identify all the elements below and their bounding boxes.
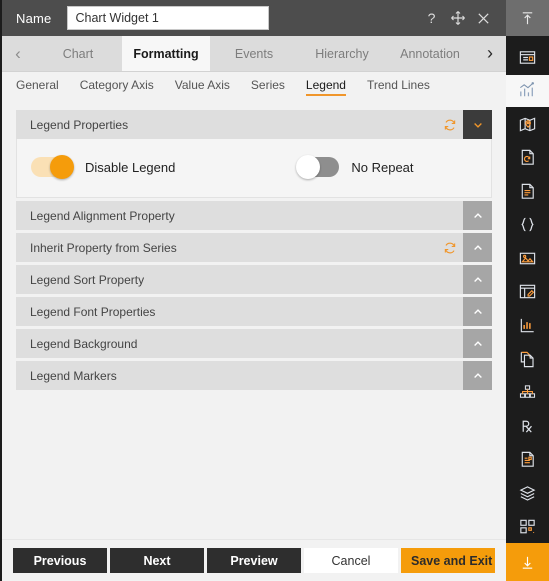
panel-header-actions [463,297,492,326]
panel-legend-markers: Legend Markers [16,361,492,390]
rail-icon-list [506,36,549,543]
tabs-scroll-left-icon[interactable]: ‹ [2,36,34,71]
move-cross-arrows-icon[interactable] [449,10,466,27]
rail-item-hierarchy-tree[interactable] [506,376,549,409]
save-and-exit-button[interactable]: Save and Exit [401,548,495,573]
rail-item-image-picture[interactable] [506,242,549,275]
panel-legend-sort-property-header[interactable]: Legend Sort Property [16,265,492,294]
preview-button[interactable]: Preview [207,548,301,573]
no-repeat-group: No Repeat [296,155,414,179]
panel-legend-alignment-property: Legend Alignment Property [16,201,492,230]
rail-item-document-refresh[interactable] [506,142,549,175]
panel-legend-sort-property-title: Legend Sort Property [30,272,145,287]
main-tab-bar: ‹ Chart Formatting Events Hierarchy Anno… [2,36,506,72]
panel-legend-alignment-property-header[interactable]: Legend Alignment Property [16,201,492,230]
rail-item-prescription-rx[interactable] [506,410,549,443]
panel-legend-alignment-property-title: Legend Alignment Property [30,208,175,223]
panel-expand-toggle[interactable] [463,201,492,230]
dialog-footer: Previous Next Preview Cancel Save and Ex… [2,539,506,581]
disable-legend-group: Disable Legend [31,155,176,179]
name-label: Name [16,10,52,26]
panel-legend-sort-property: Legend Sort Property [16,265,492,294]
no-repeat-toggle[interactable] [296,155,340,179]
tab-formatting[interactable]: Formatting [122,36,210,71]
toggle-knob [50,155,74,179]
rail-item-copy-pages[interactable] [506,343,549,376]
titlebar-actions: ? [423,10,500,27]
subtab-trend-lines[interactable]: Trend Lines [367,78,430,95]
refresh-icon[interactable] [437,233,463,262]
legend-settings-content: Legend Properties Disable Legend No Repe… [2,101,506,539]
rail-item-panel-edit[interactable] [506,276,549,309]
previous-button[interactable]: Previous [13,548,107,573]
rail-item-chart-bars[interactable] [506,74,549,108]
rail-item-document-lines[interactable] [506,175,549,208]
next-button[interactable]: Next [110,548,204,573]
panel-header-actions [463,329,492,358]
panel-expand-toggle[interactable] [463,297,492,326]
rail-item-report-data[interactable] [506,443,549,476]
panel-header-actions [463,361,492,390]
panel-legend-font-properties: Legend Font Properties [16,297,492,326]
help-icon[interactable]: ? [423,10,440,27]
widget-name-input[interactable] [67,6,270,30]
panel-collapse-toggle[interactable] [463,110,492,139]
legend-toggle-row: Disable Legend No Repeat [31,155,477,179]
panel-header-actions [463,201,492,230]
tab-chart[interactable]: Chart [34,36,122,71]
panel-legend-properties-body: Disable Legend No Repeat [16,139,492,198]
panel-legend-properties-title: Legend Properties [30,117,129,132]
rail-item-code-braces[interactable] [506,209,549,242]
no-repeat-label: No Repeat [351,159,414,175]
download-arrow-icon[interactable] [506,543,549,581]
panel-legend-markers-title: Legend Markers [30,368,117,383]
widget-editor-window: Name ? ‹ [0,0,549,581]
subtab-series[interactable]: Series [251,78,285,95]
svg-text:?: ? [428,10,436,26]
disable-legend-toggle[interactable] [31,155,74,179]
subtab-category-axis[interactable]: Category Axis [80,78,154,95]
panel-header-actions [437,233,492,262]
panel-inherit-property-from-series: Inherit Property from Series [16,233,492,262]
panel-header-actions [437,110,492,139]
chart-widget-dialog: Name ? ‹ [0,0,506,581]
right-toolbar-rail [506,0,549,581]
upload-arrow-icon[interactable] [506,0,549,36]
subtab-general[interactable]: General [16,78,59,95]
tab-events[interactable]: Events [210,36,298,71]
tab-hierarchy[interactable]: Hierarchy [298,36,386,71]
formatting-subtab-bar: General Category Axis Value Axis Series … [2,72,506,101]
panel-legend-markers-header[interactable]: Legend Markers [16,361,492,390]
rail-item-bar-graph[interactable] [506,309,549,342]
panel-legend-font-properties-title: Legend Font Properties [30,304,156,319]
subtab-legend[interactable]: Legend [305,78,347,96]
rail-item-widget-panel[interactable] [506,41,549,74]
cancel-button[interactable]: Cancel [304,548,398,573]
tab-strip: Chart Formatting Events Hierarchy Annota… [34,36,474,71]
dialog-titlebar: Name ? [2,0,506,36]
refresh-icon[interactable] [437,110,463,139]
tab-annotation[interactable]: Annotation [386,36,474,71]
tabs-scroll-right-icon[interactable]: › [474,36,506,71]
panel-legend-background-header[interactable]: Legend Background [16,329,492,358]
panel-expand-toggle[interactable] [463,265,492,294]
panel-expand-toggle[interactable] [463,233,492,262]
panel-expand-toggle[interactable] [463,361,492,390]
panel-expand-toggle[interactable] [463,329,492,358]
panel-header-actions [463,265,492,294]
disable-legend-label: Disable Legend [85,159,176,175]
rail-item-layers-stack[interactable] [506,477,549,510]
panel-legend-properties-header[interactable]: Legend Properties [16,110,492,139]
toggle-knob [296,155,321,179]
rail-item-map-pin[interactable] [506,108,549,141]
close-x-icon[interactable] [475,10,492,27]
panel-inherit-property-from-series-title: Inherit Property from Series [30,240,177,255]
panel-legend-background: Legend Background [16,329,492,358]
subtab-value-axis[interactable]: Value Axis [175,78,230,95]
panel-legend-font-properties-header[interactable]: Legend Font Properties [16,297,492,326]
panel-legend-properties: Legend Properties Disable Legend No Repe… [16,110,492,198]
rail-item-dashboard-grid[interactable] [506,510,549,543]
panel-inherit-property-from-series-header[interactable]: Inherit Property from Series [16,233,492,262]
panel-legend-background-title: Legend Background [30,336,138,351]
